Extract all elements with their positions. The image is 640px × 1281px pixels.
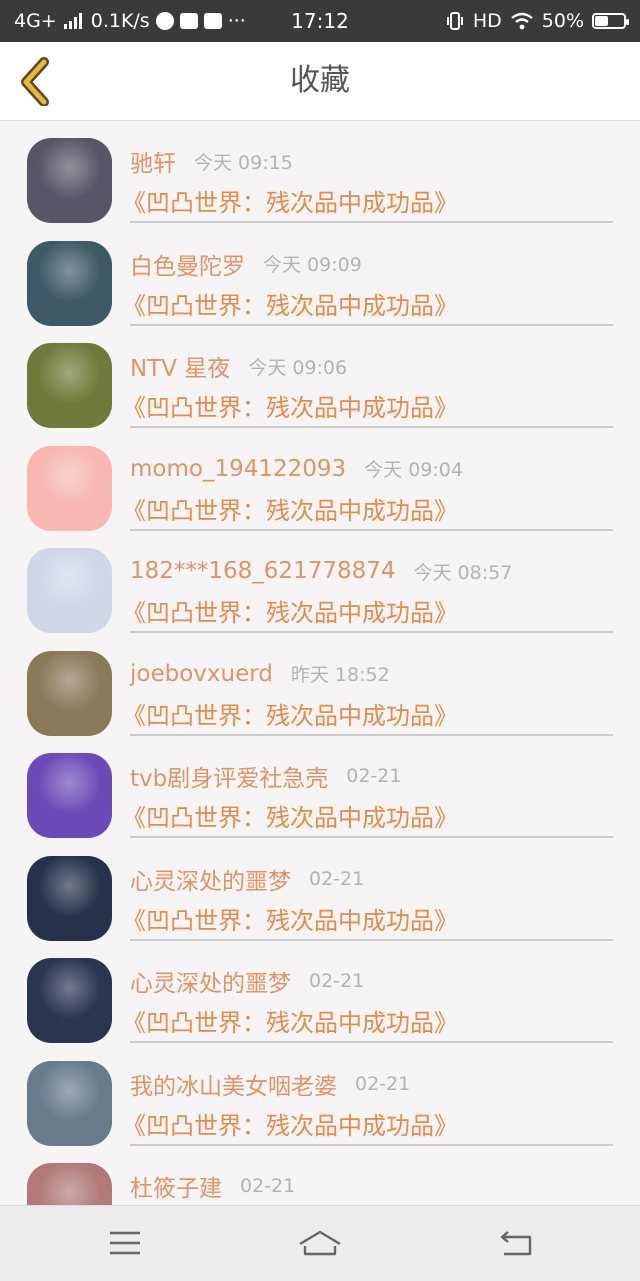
- battery-percent: 50%: [541, 10, 584, 32]
- favorites-list[interactable]: 驰轩 今天 09:15 《凹凸世界：残次品中成功品》 白色曼陀罗 今天 09:09 《凹凸…: [0, 121, 640, 1205]
- item-header: NTV 星夜 今天 09:06: [130, 346, 347, 386]
- timestamp: 今天 08:57: [413, 561, 513, 584]
- item-header: 白色曼陀罗 今天 09:09: [130, 244, 362, 284]
- list-item[interactable]: 182***168_621778874 今天 08:57 《凹凸世界：残次品中成功品…: [0, 531, 640, 634]
- status-bar: 4G+ 0.1K/s ··· 17:12 HD 50%: [0, 0, 640, 42]
- home-button[interactable]: [296, 1220, 344, 1266]
- user-name[interactable]: tvb剧身评爱社急壳: [130, 759, 328, 793]
- list-item[interactable]: 白色曼陀罗 今天 09:09 《凹凸世界：残次品中成功品》: [0, 224, 640, 327]
- avatar[interactable]: [27, 958, 112, 1043]
- menu-icon: [110, 1231, 140, 1255]
- user-name[interactable]: joebovxuerd: [130, 661, 273, 687]
- timestamp: 02-21: [240, 1175, 296, 1197]
- user-name[interactable]: 心灵深处的噩梦: [130, 964, 291, 998]
- work-title-link[interactable]: 《凹凸世界：残次品中成功品》: [122, 1003, 458, 1038]
- avatar[interactable]: [27, 138, 112, 223]
- home-icon: [299, 1230, 341, 1256]
- avatar[interactable]: [27, 343, 112, 428]
- list-item[interactable]: joebovxuerd 昨天 18:52 《凹凸世界：残次品中成功品》: [0, 634, 640, 737]
- work-title-link[interactable]: 《凹凸世界：残次品中成功品》: [122, 901, 458, 936]
- return-icon: [500, 1231, 532, 1256]
- page-title: 收藏: [290, 63, 350, 98]
- work-title-link[interactable]: 《凹凸世界：残次品中成功品》: [122, 696, 458, 731]
- top-bar: 收藏: [0, 42, 640, 121]
- user-name[interactable]: momo_194122093: [130, 456, 346, 482]
- list-item[interactable]: 驰轩 今天 09:15 《凹凸世界：残次品中成功品》: [0, 121, 640, 224]
- timestamp: 昨天 18:52: [290, 664, 390, 686]
- timestamp: 今天 09:09: [263, 254, 362, 276]
- timestamp: 02-21: [309, 867, 365, 890]
- avatar[interactable]: [27, 1060, 112, 1146]
- timestamp: 02-21: [346, 765, 402, 787]
- item-header: momo_194122093 今天 09:04: [130, 449, 463, 489]
- item-header: 驰轩 今天 09:15: [130, 141, 293, 181]
- item-header: 心灵深处的噩梦 02-21: [130, 859, 364, 899]
- menu-button[interactable]: [101, 1220, 149, 1266]
- item-header: 182***168_621778874 今天 08:57: [130, 551, 512, 591]
- avatar[interactable]: [27, 240, 112, 326]
- avatar[interactable]: [27, 1163, 112, 1205]
- user-name[interactable]: NTV 星夜: [130, 349, 230, 383]
- work-title-link[interactable]: 《凹凸世界：残次品中成功品》: [122, 798, 458, 833]
- list-item[interactable]: NTV 星夜 今天 09:06 《凹凸世界：残次品中成功品》: [0, 326, 640, 429]
- list-item[interactable]: 我的冰山美女咽老婆 02-21 《凹凸世界：残次品中成功品》: [0, 1044, 640, 1147]
- item-header: joebovxuerd 昨天 18:52: [130, 654, 390, 694]
- user-name[interactable]: 心灵深处的噩梦: [130, 862, 291, 896]
- status-right: HD 50%: [445, 0, 629, 42]
- timestamp: 02-21: [309, 970, 365, 992]
- timestamp: 02-21: [355, 1072, 411, 1095]
- work-title-link[interactable]: 《凹凸世界：残次品中成功品》: [122, 593, 458, 628]
- avatar[interactable]: [27, 753, 112, 838]
- avatar[interactable]: [27, 650, 112, 736]
- item-header: 心灵深处的噩梦 02-21: [130, 961, 364, 1001]
- avatar[interactable]: [27, 445, 112, 531]
- work-title-link[interactable]: 《凹凸世界：残次品中成功品》: [122, 286, 458, 321]
- wifi-icon: [510, 12, 534, 30]
- user-name[interactable]: 白色曼陀罗: [130, 247, 245, 281]
- list-item[interactable]: tvb剧身评爱社急壳 02-21 《凹凸世界：残次品中成功品》: [0, 736, 640, 839]
- list-item[interactable]: 心灵深处的噩梦 02-21 《凹凸世界：残次品中成功品》: [0, 839, 640, 942]
- work-title-link[interactable]: 《凹凸世界：残次品中成功品》: [122, 388, 458, 423]
- item-header: tvb剧身评爱社急壳 02-21: [130, 756, 401, 796]
- work-title-link[interactable]: 《凹凸世界：残次品中成功品》: [122, 183, 458, 218]
- timestamp: 今天 09:15: [194, 151, 293, 174]
- list-item[interactable]: 心灵深处的噩梦 02-21 《凹凸世界：残次品中成功品》: [0, 941, 640, 1044]
- hd-indicator: HD: [472, 10, 502, 32]
- list-item[interactable]: 杜筱子建 02-21: [0, 1146, 640, 1205]
- user-name[interactable]: 驰轩: [130, 144, 176, 178]
- vibrate-icon: [445, 11, 465, 31]
- return-button[interactable]: [492, 1220, 540, 1266]
- user-name[interactable]: 杜筱子建: [130, 1169, 222, 1203]
- user-name[interactable]: 182***168_621778874: [130, 558, 396, 584]
- timestamp: 今天 09:06: [248, 356, 348, 379]
- avatar[interactable]: [27, 855, 112, 941]
- user-name[interactable]: 我的冰山美女咽老婆: [130, 1067, 337, 1101]
- battery-level: [595, 16, 608, 26]
- list-item[interactable]: momo_194122093 今天 09:04 《凹凸世界：残次品中成功品》: [0, 429, 640, 532]
- item-header: 杜筱子建 02-21: [130, 1166, 295, 1205]
- work-title-link[interactable]: 《凹凸世界：残次品中成功品》: [122, 1106, 458, 1141]
- work-title-link[interactable]: 《凹凸世界：残次品中成功品》: [122, 491, 458, 526]
- clock: 17:12: [291, 9, 349, 33]
- avatar[interactable]: [27, 548, 112, 633]
- system-nav-bar: [0, 1205, 640, 1281]
- item-header: 我的冰山美女咽老婆 02-21: [130, 1064, 410, 1104]
- battery-icon: [592, 13, 629, 29]
- timestamp: 今天 09:04: [364, 459, 463, 481]
